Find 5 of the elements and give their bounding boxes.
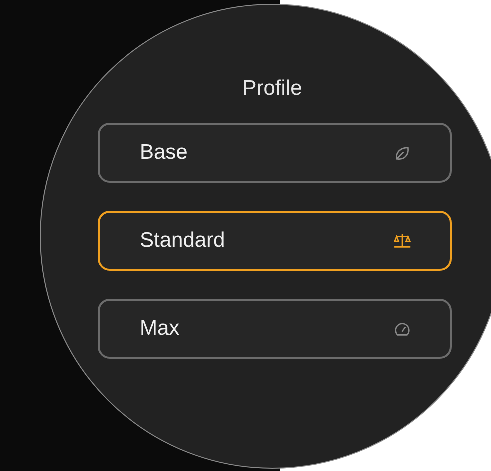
screen-title: Profile: [242, 76, 304, 102]
profile-option[interactable]: Standard: [98, 211, 452, 271]
profile-option[interactable]: Max: [98, 299, 452, 359]
scales-icon: [393, 232, 412, 250]
profile-option[interactable]: Base: [98, 123, 452, 183]
